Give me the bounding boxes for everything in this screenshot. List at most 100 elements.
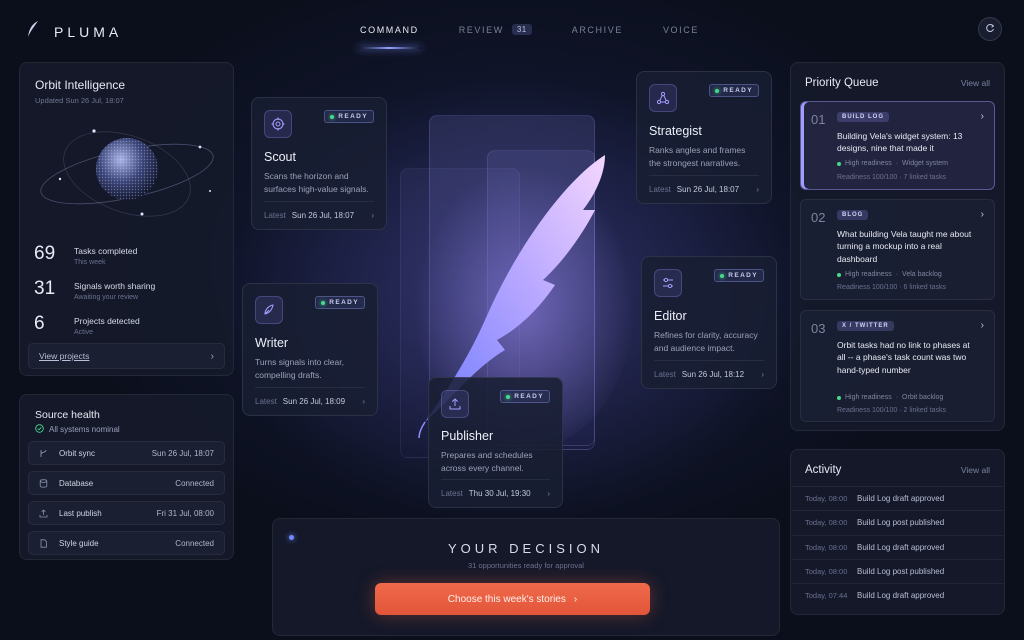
agent-card-scout[interactable]: READY Scout Scans the horizon and surfac… bbox=[251, 97, 387, 230]
sliders-icon bbox=[654, 269, 682, 297]
tab-voice[interactable]: VOICE bbox=[643, 18, 719, 41]
choose-stories-button[interactable]: Choose this week's stories › bbox=[375, 583, 650, 615]
activity-time: Today, 08:00 bbox=[805, 543, 848, 552]
queue-item[interactable]: 01 BUILD LOG › Building Vela's widget sy… bbox=[800, 101, 995, 190]
activity-view-all-link[interactable]: View all bbox=[961, 465, 990, 475]
activity-row[interactable]: Today, 08:00 Build Log post published bbox=[792, 559, 1003, 583]
queue-view-all-link[interactable]: View all bbox=[961, 78, 990, 88]
agent-card-publisher[interactable]: READY Publisher Prepares and schedules a… bbox=[428, 377, 563, 508]
tab-label: ARCHIVE bbox=[571, 24, 623, 35]
pen-icon bbox=[255, 296, 283, 324]
readiness-label: High readiness bbox=[845, 271, 892, 278]
stat-sub: Active bbox=[74, 329, 94, 336]
app-name: PLUMA bbox=[54, 23, 123, 40]
chevron-right-icon: › bbox=[980, 209, 984, 220]
chevron-right-icon: › bbox=[980, 111, 984, 122]
activity-row[interactable]: Today, 08:00 Build Log draft approved bbox=[792, 486, 1003, 510]
orbit-title: Orbit Intelligence bbox=[35, 78, 126, 92]
agent-card-strategist[interactable]: READY Strategist Ranks angles and frames… bbox=[636, 71, 772, 204]
decision-panel: YOUR DECISION 31 opportunities ready for… bbox=[272, 518, 780, 636]
tab-label: VOICE bbox=[662, 24, 699, 35]
status-dot bbox=[837, 272, 841, 277]
agent-name: Writer bbox=[255, 336, 289, 350]
chevron-right-icon: › bbox=[210, 350, 214, 362]
chevron-right-icon: › bbox=[362, 397, 365, 406]
tab-command[interactable]: COMMAND bbox=[340, 18, 439, 49]
queue-meta: High readiness · Widget system bbox=[837, 160, 948, 167]
activity-row[interactable]: Today, 08:00 Build Log post published bbox=[792, 510, 1003, 534]
status-dot bbox=[837, 161, 841, 166]
source-health-title: Source health bbox=[35, 409, 100, 421]
source-health-status: All systems nominal bbox=[35, 424, 120, 435]
refresh-button[interactable] bbox=[978, 17, 1002, 41]
chevron-right-icon: › bbox=[573, 593, 578, 605]
queue-number: 02 bbox=[811, 210, 826, 225]
check-circle-icon bbox=[35, 424, 44, 435]
chevron-right-icon: › bbox=[761, 370, 764, 379]
source-health-panel: Source health All systems nominal Orbit … bbox=[19, 394, 234, 560]
stat-sub: This week bbox=[74, 259, 106, 266]
tab-review[interactable]: REVIEW 31 bbox=[439, 18, 552, 41]
agent-description: Ranks angles and frames the strongest na… bbox=[649, 145, 746, 168]
readiness-label: High readiness bbox=[845, 394, 892, 401]
latest-date: Sun 26 Jul, 18:07 bbox=[676, 185, 740, 194]
orbit-updated: Updated Sun 26 Jul, 18:07 bbox=[35, 96, 124, 105]
source-label: Orbit backlog bbox=[902, 394, 944, 401]
source-row-style-guide[interactable]: Style guide Connected bbox=[28, 531, 225, 555]
chevron-right-icon: › bbox=[980, 320, 984, 331]
view-projects-link[interactable]: View projects › bbox=[28, 343, 225, 369]
tab-archive[interactable]: ARCHIVE bbox=[552, 18, 643, 41]
agent-name: Publisher bbox=[441, 429, 494, 443]
chevron-right-icon: › bbox=[371, 211, 374, 220]
network-icon bbox=[649, 84, 677, 112]
queue-title: What building Vela taught me about turni… bbox=[837, 229, 972, 264]
document-icon bbox=[39, 538, 49, 548]
source-row-database[interactable]: Database Connected bbox=[28, 471, 225, 495]
queue-item[interactable]: 03 X / TWITTER › Orbit tasks had no link… bbox=[800, 310, 995, 422]
activity-row[interactable]: Today, 08:00 Build Log draft approved bbox=[792, 535, 1003, 559]
stat-sub: Awaiting your review bbox=[74, 294, 139, 301]
app-logo[interactable]: PLUMA bbox=[26, 20, 122, 43]
readiness-label: High readiness bbox=[845, 160, 892, 167]
queue-tag: BLOG bbox=[837, 210, 869, 220]
upload-icon bbox=[441, 390, 469, 418]
upload-icon bbox=[39, 508, 49, 518]
decision-subtitle: 31 opportunities ready for approval bbox=[468, 561, 584, 570]
ready-badge: READY bbox=[709, 84, 759, 97]
source-row-last-publish[interactable]: Last publish Fri 31 Jul, 08:00 bbox=[28, 501, 225, 525]
stat-label: Projects detected bbox=[74, 316, 140, 326]
agent-name: Editor bbox=[654, 309, 687, 323]
activity-time: Today, 07:44 bbox=[805, 591, 848, 600]
activity-row[interactable]: Today, 07:44 Build Log draft approved bbox=[792, 583, 1003, 607]
activity-text: Build Log post published bbox=[857, 567, 945, 576]
agent-footer: Latest Thu 30 Jul, 19:30 › bbox=[441, 479, 550, 507]
agent-footer: Latest Sun 26 Jul, 18:09 › bbox=[255, 387, 365, 415]
latest-label: Latest bbox=[654, 370, 676, 379]
queue-tag: X / TWITTER bbox=[837, 321, 894, 331]
latest-date: Sun 26 Jul, 18:07 bbox=[291, 211, 355, 220]
stat-signals: 31 Signals worth sharing Awaiting your re… bbox=[34, 278, 155, 301]
stat-number: 31 bbox=[34, 278, 56, 299]
queue-detail: Readiness 100/100 · 7 linked tasks bbox=[837, 174, 946, 181]
target-icon bbox=[264, 110, 292, 138]
stat-label: Signals worth sharing bbox=[74, 281, 156, 291]
agent-card-editor[interactable]: READY Editor Refines for clarity, accura… bbox=[641, 256, 777, 389]
stat-projects: 6 Projects detected Active bbox=[34, 313, 140, 336]
chevron-right-icon: › bbox=[756, 185, 759, 194]
latest-label: Latest bbox=[649, 185, 671, 194]
agent-description: Turns signals into clear, compelling dra… bbox=[255, 357, 344, 380]
latest-date: Sun 26 Jul, 18:09 bbox=[282, 397, 346, 406]
activity-text: Build Log draft approved bbox=[857, 543, 945, 552]
stat-number: 6 bbox=[34, 313, 45, 334]
main-nav: COMMAND REVIEW 31 ARCHIVE VOICE bbox=[340, 18, 719, 49]
source-row-orbit-sync[interactable]: Orbit sync Sun 26 Jul, 18:07 bbox=[28, 441, 225, 465]
source-value: Sun 26 Jul, 18:07 bbox=[151, 448, 214, 458]
agent-card-writer[interactable]: READY Writer Turns signals into clear, c… bbox=[242, 283, 378, 416]
activity-text: Build Log post published bbox=[857, 518, 945, 527]
orbit-planet-illustration bbox=[32, 119, 222, 234]
decision-title: YOUR DECISION bbox=[447, 541, 604, 556]
agent-description: Refines for clarity, accuracy and audien… bbox=[654, 330, 758, 353]
source-label: Last publish bbox=[59, 508, 102, 518]
queue-item[interactable]: 02 BLOG › What building Vela taught me a… bbox=[800, 199, 995, 300]
activity-title: Activity bbox=[805, 464, 842, 476]
